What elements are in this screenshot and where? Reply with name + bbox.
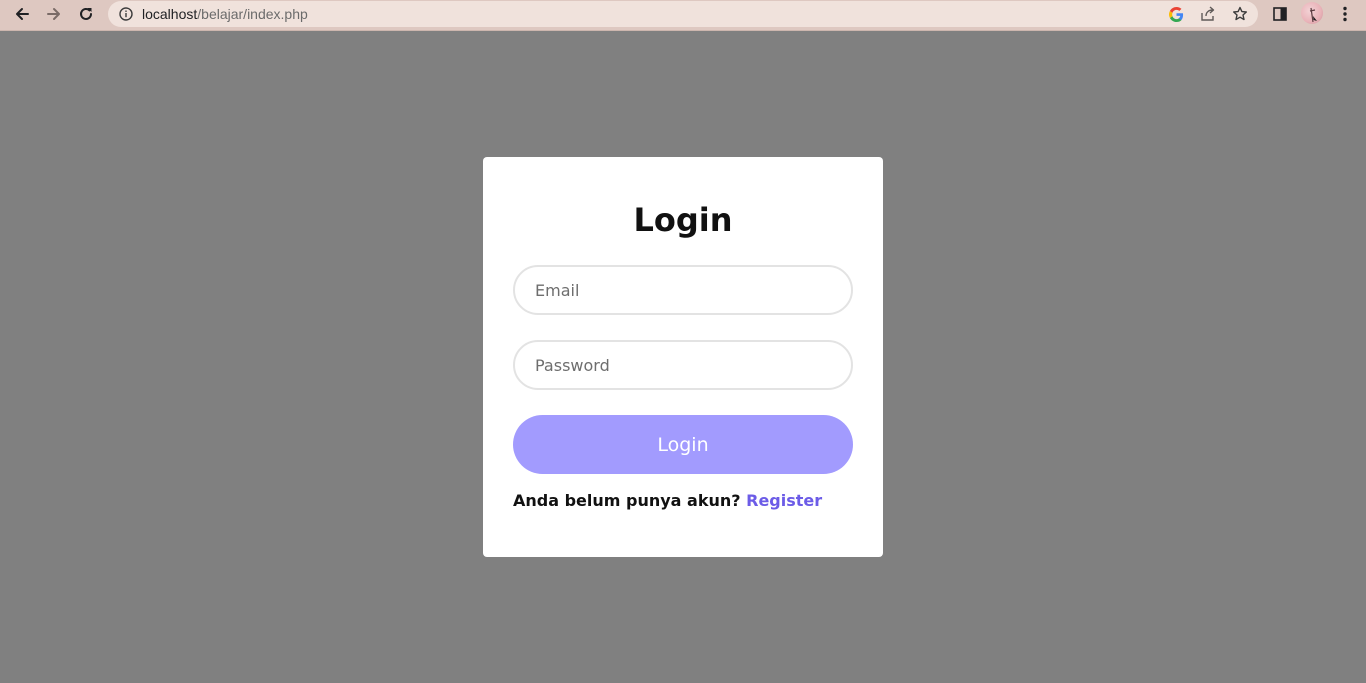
side-panel-icon (1273, 7, 1287, 21)
login-title: Login (633, 201, 733, 239)
forward-button[interactable] (40, 2, 68, 26)
register-prompt: Anda belum punya akun? (513, 491, 741, 510)
login-card: Login Login Anda belum punya akun? Regis… (483, 157, 883, 557)
password-input[interactable] (513, 340, 853, 390)
email-input[interactable] (513, 265, 853, 315)
reload-icon (80, 7, 92, 20)
info-icon[interactable] (119, 7, 133, 21)
back-arrow-icon (16, 8, 29, 20)
url-host: localhost (142, 6, 198, 22)
url-text[interactable]: localhost/belajar/index.php (142, 6, 308, 22)
register-prompt-line: Anda belum punya akun? Register (513, 491, 853, 510)
share-icon (1201, 6, 1215, 21)
reload-button[interactable] (72, 2, 100, 26)
avatar[interactable] (1301, 2, 1323, 24)
address-bar[interactable]: localhost/belajar/index.php (108, 1, 1258, 27)
back-button[interactable] (8, 2, 36, 26)
google-icon (1168, 6, 1183, 22)
url-path: /belajar/index.php (197, 6, 308, 22)
forward-arrow-icon (47, 8, 60, 20)
star-icon (1233, 6, 1247, 21)
profile-picture-icon (1309, 7, 1317, 23)
browser-toolbar: localhost/belajar/index.php (0, 0, 1366, 31)
side-panel-button[interactable] (1268, 3, 1292, 25)
kebab-menu-icon (1343, 6, 1347, 22)
browser-menu-button[interactable] (1333, 3, 1357, 25)
google-lens-button[interactable] (1165, 4, 1187, 24)
register-link[interactable]: Register (746, 491, 822, 510)
bookmark-button[interactable] (1229, 4, 1251, 24)
share-button[interactable] (1197, 4, 1219, 24)
login-button[interactable]: Login (513, 415, 853, 474)
